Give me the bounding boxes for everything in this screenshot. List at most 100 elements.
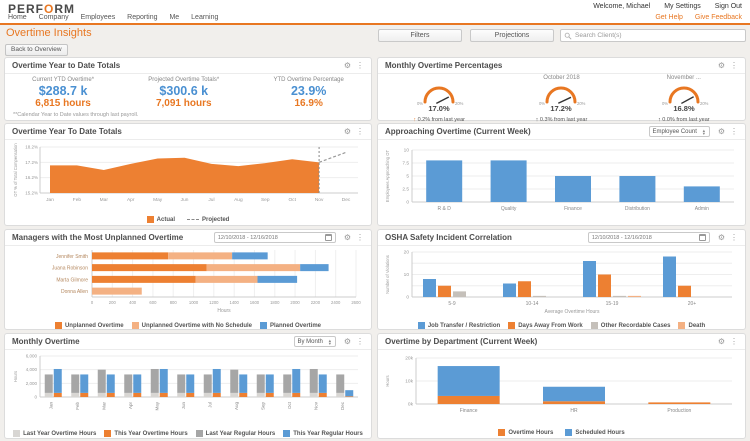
menu-dots-icon[interactable]: ⋮ [356, 234, 364, 242]
nav-item-learning[interactable]: Learning [191, 14, 218, 21]
svg-text:HR: HR [570, 408, 578, 414]
svg-text:0%: 0% [539, 101, 545, 106]
svg-text:400: 400 [129, 300, 137, 305]
by-month-dropdown[interactable]: By Month▲▼ [294, 336, 336, 347]
metric-dollars: $288.7 k [32, 84, 94, 98]
menu-dots-icon[interactable]: ⋮ [730, 62, 738, 70]
nav-item-employees[interactable]: Employees [81, 14, 116, 21]
svg-text:17.2%: 17.2% [551, 104, 573, 113]
svg-text:Jun: Jun [181, 402, 186, 410]
svg-text:2,000: 2,000 [26, 381, 38, 386]
svg-text:18.2%: 18.2% [25, 145, 38, 150]
nav-item-reporting[interactable]: Reporting [127, 14, 157, 21]
svg-text:2400: 2400 [331, 300, 341, 305]
gear-icon[interactable]: ⚙ [718, 338, 725, 346]
svg-text:20: 20 [404, 250, 410, 256]
date-range-input[interactable]: 12/10/2018 - 12/16/2018 [214, 232, 336, 243]
date-range-value: 12/10/2018 - 12/16/2018 [218, 235, 325, 241]
legend-label: Overtime Hours [508, 430, 553, 436]
metric-hours: 7,091 hours [148, 98, 219, 109]
card-title: Monthly Overtime [12, 337, 80, 346]
date-range-input[interactable]: 12/10/2018 - 12/16/2018 [588, 232, 710, 243]
svg-text:1400: 1400 [229, 300, 239, 305]
gear-icon[interactable]: ⚙ [718, 234, 725, 242]
metric-label: YTD Overtime Percentage [273, 77, 343, 83]
gear-icon[interactable]: ⚙ [718, 62, 725, 70]
svg-text:6,000: 6,000 [26, 354, 38, 359]
search-input[interactable] [575, 32, 742, 39]
legend-swatch [498, 429, 505, 436]
svg-text:Nov: Nov [313, 401, 318, 410]
svg-text:Oct: Oct [287, 401, 292, 409]
my-settings-link[interactable]: My Settings [664, 3, 701, 10]
svg-text:May: May [154, 401, 159, 410]
menu-dots-icon[interactable]: ⋮ [356, 62, 364, 70]
legend-label: This Year Overtime Hours [114, 431, 187, 437]
svg-text:Hours: Hours [385, 375, 390, 386]
card-title: Approaching Overtime (Current Week) [385, 127, 531, 136]
employee-count-dropdown[interactable]: Employee Count ▲▼ [649, 126, 710, 137]
give-feedback-link[interactable]: Give Feedback [695, 14, 742, 21]
svg-text:Finance: Finance [564, 206, 582, 212]
svg-text:Oct: Oct [288, 197, 296, 203]
card-monthly-overtime: Monthly Overtime By Month▲▼ ⚙⋮ 02,0004,0… [4, 333, 372, 439]
menu-dots-icon[interactable]: ⋮ [730, 128, 738, 136]
filters-button[interactable]: Filters [378, 29, 462, 42]
sign-out-link[interactable]: Sign Out [715, 3, 742, 10]
get-help-link[interactable]: Get Help [655, 14, 683, 21]
svg-text:Hours: Hours [217, 308, 231, 314]
svg-text:Mar: Mar [101, 401, 106, 409]
menu-dots-icon[interactable]: ⋮ [356, 338, 364, 346]
monthly-legend: Last Year Overtime Hours This Year Overt… [10, 430, 366, 437]
legend-swatch [678, 322, 685, 329]
stepper-icon: ▲▼ [702, 129, 706, 135]
back-to-overview-button[interactable]: Back to Overview [5, 44, 68, 56]
nav-item-me[interactable]: Me [169, 14, 179, 21]
gauge-month-label: November ... [629, 75, 739, 82]
svg-text:Quality: Quality [501, 206, 517, 212]
menu-dots-icon[interactable]: ⋮ [730, 338, 738, 346]
gear-icon[interactable]: ⚙ [344, 128, 351, 136]
svg-text:10k: 10k [405, 379, 413, 385]
gauges-row: 0%20%17.0%↑ 0.2% from last yearOctober 2… [378, 74, 745, 123]
nav-item-home[interactable]: Home [8, 14, 27, 21]
main-nav: Home Company Employees Reporting Me Lear… [8, 14, 228, 21]
svg-text:Apr: Apr [128, 402, 133, 410]
client-search [560, 29, 746, 42]
gear-icon[interactable]: ⚙ [344, 62, 351, 70]
svg-text:Juana Robinson: Juana Robinson [52, 266, 88, 272]
svg-text:10: 10 [404, 148, 410, 154]
svg-text:7.5: 7.5 [402, 161, 409, 167]
svg-text:Feb: Feb [75, 402, 80, 410]
gear-icon[interactable]: ⚙ [718, 128, 725, 136]
gauge-arc: 0%20%16.8% [642, 82, 726, 113]
svg-text:May: May [153, 197, 163, 203]
osha-grouped-chart: 010205-910-1415-1920+Average Overtime Ho… [382, 247, 742, 317]
svg-text:2200: 2200 [311, 300, 321, 305]
svg-text:20%: 20% [455, 101, 464, 106]
approaching-overtime-chart: 02.557.510R & DQualityFinanceDistributio… [382, 142, 742, 222]
card-title: Monthly Overtime Percentages [385, 61, 502, 70]
dept-legend: Overtime Hours Scheduled Hours [382, 429, 741, 436]
gear-icon[interactable]: ⚙ [344, 338, 351, 346]
svg-text:Feb: Feb [73, 197, 82, 203]
menu-dots-icon[interactable]: ⋮ [730, 234, 738, 242]
svg-text:1800: 1800 [270, 300, 280, 305]
gear-icon[interactable]: ⚙ [344, 234, 351, 242]
metric-projected: Projected Overtime Totals* $300.6 k 7,09… [148, 77, 219, 109]
menu-dots-icon[interactable]: ⋮ [356, 128, 364, 136]
footnote: **Calendar Year to Date values through l… [13, 112, 138, 118]
legend-swatch [55, 322, 62, 329]
dropdown-value: Employee Count [653, 129, 697, 135]
svg-text:Aug: Aug [234, 197, 243, 203]
page-title: Overtime Insights [6, 27, 92, 39]
legend-swatch [104, 430, 111, 437]
legend-label: Job Transfer / Restriction [428, 323, 500, 329]
legend-label: Projected [202, 217, 229, 223]
metric-percent: 23.9% [273, 84, 343, 98]
svg-text:1200: 1200 [209, 300, 219, 305]
projections-button[interactable]: Projections [470, 29, 554, 42]
svg-text:10: 10 [404, 272, 410, 278]
nav-item-company[interactable]: Company [39, 14, 69, 21]
card-title: Overtime Year To Date Totals [12, 127, 122, 136]
